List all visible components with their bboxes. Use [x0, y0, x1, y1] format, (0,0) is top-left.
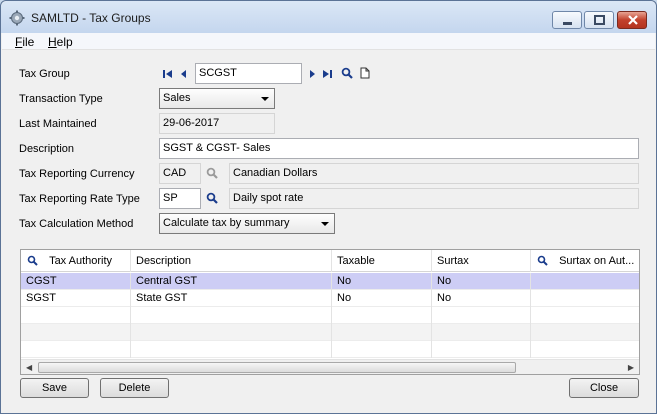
next-record-icon[interactable] — [307, 68, 319, 80]
tax-authority-grid[interactable]: Tax Authority Description Taxable Surtax… — [20, 249, 640, 375]
tax-reporting-currency-code: CAD — [159, 163, 201, 184]
cell-tax-authority: SGST — [21, 290, 131, 307]
window-title: SAMLTD - Tax Groups — [31, 11, 151, 25]
finder-icon[interactable] — [27, 255, 38, 266]
last-record-icon[interactable] — [322, 68, 334, 80]
column-header-surtax[interactable]: Surtax — [432, 250, 531, 272]
save-button-label: Save — [41, 382, 68, 394]
last-maintained-label: Last Maintained — [19, 118, 97, 130]
tax-reporting-currency-name: Canadian Dollars — [229, 163, 639, 184]
maximize-icon — [594, 15, 605, 25]
tax-group-label: Tax Group — [19, 68, 70, 80]
tax-calculation-method-select[interactable]: Calculate tax by summary — [159, 213, 335, 234]
cell-surtax: No — [432, 290, 531, 307]
transaction-type-value: Sales — [163, 92, 191, 104]
tax-calculation-method-value: Calculate tax by summary — [163, 217, 290, 229]
tax-reporting-rate-type-label: Tax Reporting Rate Type — [19, 193, 140, 205]
table-row-empty[interactable] — [21, 341, 639, 358]
menu-bar: File Help — [2, 33, 655, 50]
table-row-empty[interactable] — [21, 324, 639, 341]
scroll-left-icon[interactable]: ◀ — [26, 363, 32, 372]
table-row[interactable]: CGST Central GST No No — [21, 273, 639, 290]
column-header-description[interactable]: Description — [131, 250, 332, 272]
cell-taxable: No — [332, 273, 432, 290]
cell-empty — [432, 307, 531, 324]
tax-reporting-rate-type-name: Daily spot rate — [229, 188, 639, 209]
cell-empty — [531, 324, 639, 341]
previous-record-icon[interactable] — [178, 68, 190, 80]
tax-calculation-method-label: Tax Calculation Method — [19, 218, 134, 230]
table-row[interactable]: SGST State GST No No — [21, 290, 639, 307]
last-maintained-value: 29-06-2017 — [159, 113, 275, 134]
transaction-type-select[interactable]: Sales — [159, 88, 275, 109]
tax-group-input[interactable]: SCGST — [195, 63, 302, 84]
cell-empty — [131, 341, 332, 358]
scrollbar-thumb[interactable] — [38, 362, 516, 373]
column-header-label: Surtax on Aut... — [559, 255, 635, 267]
finder-icon[interactable] — [341, 67, 353, 79]
cell-surtax: No — [432, 273, 531, 290]
gear-icon — [9, 10, 25, 26]
cell-description: State GST — [131, 290, 332, 307]
menu-help[interactable]: Help — [48, 35, 73, 49]
description-input[interactable]: SGST & CGST- Sales — [159, 138, 639, 159]
finder-icon[interactable] — [537, 255, 548, 266]
chevron-down-icon — [321, 222, 329, 226]
minimize-icon — [563, 22, 572, 25]
column-header-tax-authority[interactable]: Tax Authority — [21, 250, 131, 272]
cell-empty — [332, 307, 432, 324]
column-header-surtax-on-authority[interactable]: Surtax on Aut... — [531, 250, 639, 272]
transaction-type-label: Transaction Type — [19, 93, 103, 105]
cell-empty — [531, 307, 639, 324]
tax-groups-window: SAMLTD - Tax Groups File Help Tax Group … — [0, 0, 657, 414]
column-header-label: Tax Authority — [49, 255, 113, 267]
minimize-button[interactable] — [552, 11, 582, 29]
cell-surtax-on-authority — [531, 290, 639, 307]
horizontal-scrollbar[interactable]: ◀ ▶ — [21, 359, 639, 374]
cell-empty — [21, 341, 131, 358]
close-icon — [628, 15, 638, 25]
tax-reporting-currency-label: Tax Reporting Currency — [19, 168, 135, 180]
cell-empty — [131, 307, 332, 324]
cell-empty — [432, 324, 531, 341]
tax-reporting-rate-type-input[interactable]: SP — [159, 188, 201, 209]
table-row-empty[interactable] — [21, 307, 639, 324]
chevron-down-icon — [261, 97, 269, 101]
delete-button[interactable]: Delete — [100, 378, 169, 398]
menu-file[interactable]: File — [15, 35, 34, 49]
delete-button-label: Delete — [118, 382, 151, 394]
cell-taxable: No — [332, 290, 432, 307]
finder-icon — [206, 167, 218, 179]
cell-tax-authority: CGST — [21, 273, 131, 290]
cell-description: Central GST — [131, 273, 332, 290]
save-button[interactable]: Save — [20, 378, 89, 398]
cell-empty — [432, 341, 531, 358]
cell-empty — [21, 307, 131, 324]
cell-empty — [332, 341, 432, 358]
description-label: Description — [19, 143, 75, 155]
cell-empty — [21, 324, 131, 341]
grid-header: Tax Authority Description Taxable Surtax… — [21, 250, 639, 272]
cell-empty — [531, 341, 639, 358]
close-button-label: Close — [589, 382, 619, 394]
cell-surtax-on-authority — [531, 273, 639, 290]
column-header-taxable[interactable]: Taxable — [332, 250, 432, 272]
scroll-right-icon[interactable]: ▶ — [628, 363, 634, 372]
title-bar[interactable]: SAMLTD - Tax Groups — [1, 1, 656, 33]
finder-icon[interactable] — [206, 192, 218, 204]
close-button[interactable]: Close — [569, 378, 639, 398]
close-window-button[interactable] — [617, 11, 647, 29]
cell-empty — [131, 324, 332, 341]
cell-empty — [332, 324, 432, 341]
first-record-icon[interactable] — [162, 68, 174, 80]
maximize-button[interactable] — [584, 11, 614, 29]
new-document-icon[interactable] — [359, 67, 371, 79]
